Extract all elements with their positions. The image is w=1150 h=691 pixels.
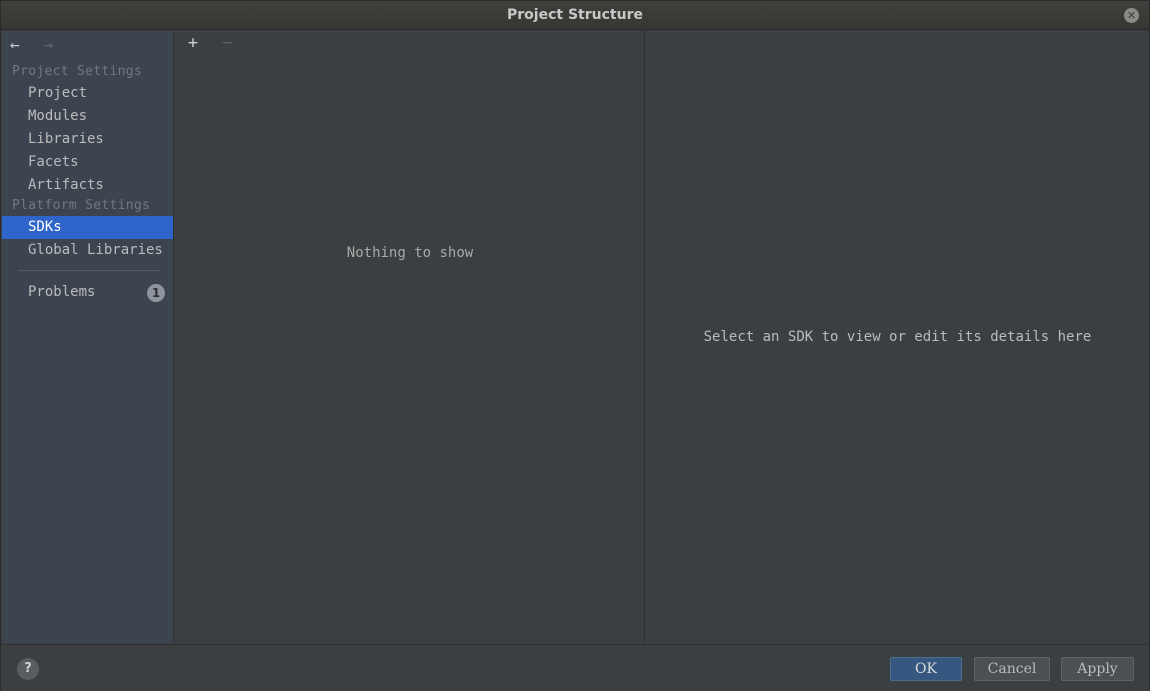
project-settings-header: Project Settings xyxy=(12,64,143,79)
sidebar-item-global-libraries[interactable]: Global Libraries xyxy=(2,239,173,262)
help-icon[interactable]: ? xyxy=(17,658,39,680)
back-arrow-icon[interactable]: ← xyxy=(10,35,34,54)
history-nav: ← → xyxy=(10,35,68,55)
sidebar: ← → Project Settings Project Modules Lib… xyxy=(2,31,174,643)
empty-list-message: Nothing to show xyxy=(346,245,474,261)
forward-arrow-icon[interactable]: → xyxy=(44,35,68,54)
cancel-button[interactable]: Cancel xyxy=(974,657,1050,681)
list-toolbar: + − xyxy=(181,33,239,53)
remove-icon[interactable]: − xyxy=(215,33,239,53)
sidebar-item-problems[interactable]: Problems 1 xyxy=(2,281,173,304)
project-structure-dialog: Project Structure ✕ ← → Project Settings… xyxy=(0,0,1150,691)
detail-placeholder: Select an SDK to view or edit its detail… xyxy=(703,329,1092,345)
sidebar-item-facets[interactable]: Facets xyxy=(2,151,173,174)
close-icon[interactable]: ✕ xyxy=(1124,8,1139,23)
platform-settings-header: Platform Settings xyxy=(12,198,151,213)
problems-count-badge: 1 xyxy=(147,284,165,302)
sidebar-item-project[interactable]: Project xyxy=(2,82,173,105)
ok-button[interactable]: OK xyxy=(890,657,962,681)
sidebar-item-sdks[interactable]: SDKs xyxy=(2,216,173,239)
problems-label: Problems xyxy=(28,284,96,300)
sidebar-item-artifacts[interactable]: Artifacts xyxy=(2,174,173,197)
title-bar: Project Structure ✕ xyxy=(1,1,1149,30)
dialog-footer: ? OK Cancel Apply xyxy=(1,644,1149,691)
sidebar-divider xyxy=(18,270,160,271)
dialog-title: Project Structure xyxy=(507,7,643,23)
sidebar-item-modules[interactable]: Modules xyxy=(2,105,173,128)
apply-button[interactable]: Apply xyxy=(1061,657,1134,681)
add-icon[interactable]: + xyxy=(181,33,205,53)
sdk-list-pane: + − Nothing to show xyxy=(175,31,645,643)
sidebar-item-libraries[interactable]: Libraries xyxy=(2,128,173,151)
sdk-detail-pane: Select an SDK to view or edit its detail… xyxy=(646,31,1149,643)
